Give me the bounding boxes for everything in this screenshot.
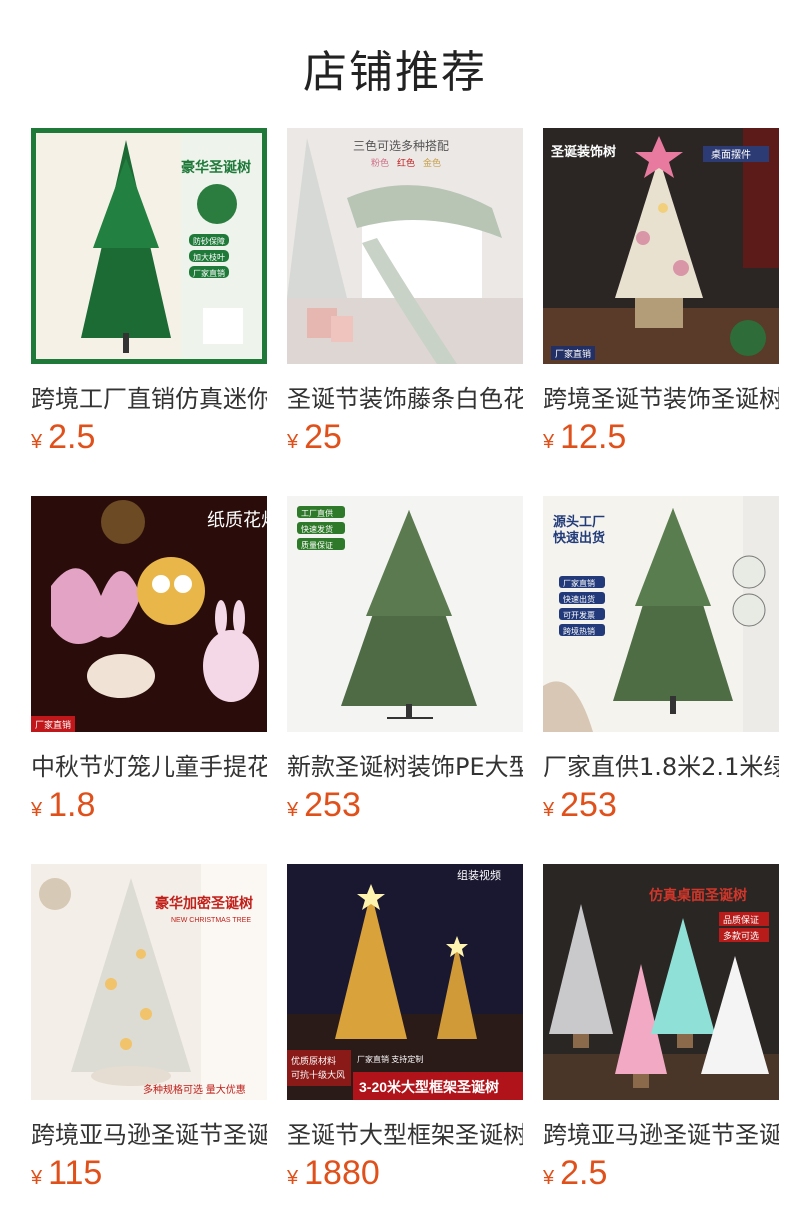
- thumb-caption: 质量保证: [301, 540, 333, 550]
- product-price: ¥2.5: [31, 418, 95, 457]
- thumb-caption: 多款可选: [723, 930, 759, 941]
- price-value: 12.5: [560, 418, 627, 456]
- currency-symbol: ¥: [287, 1167, 299, 1189]
- thumb-caption: 跨境热销: [563, 626, 595, 636]
- thumb-caption: 组装视频: [457, 868, 501, 882]
- thumb-caption: 加大枝叶: [193, 252, 225, 262]
- thumb-caption: 优质原材料: [291, 1055, 336, 1066]
- thumb-caption: 工厂直供: [301, 508, 333, 518]
- price-value: 253: [560, 786, 617, 824]
- thumb-caption: 仿真桌面圣诞树: [649, 887, 747, 903]
- price-value: 253: [304, 786, 361, 824]
- product-price: ¥1.8: [31, 786, 95, 825]
- product-price: ¥2.5: [543, 1154, 607, 1193]
- product-price: ¥253: [287, 786, 361, 825]
- currency-symbol: ¥: [543, 431, 555, 453]
- product-name[interactable]: 圣诞节装饰藤条白色花: [287, 379, 523, 413]
- product-name[interactable]: 跨境亚马逊圣诞节圣诞: [31, 1115, 267, 1149]
- thumb-caption: 豪华圣诞树: [181, 159, 251, 175]
- product-image[interactable]: 三色可选多种搭配 粉色 红色 金色: [287, 128, 523, 364]
- product-price: ¥115: [31, 1154, 102, 1193]
- product-image[interactable]: 豪华圣诞树 防砂保障 加大枝叶 厂家直销: [31, 128, 267, 364]
- thumb-caption: 豪华加密圣诞树: [155, 895, 253, 911]
- thumb-caption: 厂家直销: [555, 348, 591, 359]
- product-price: ¥12.5: [543, 418, 626, 457]
- thumb-caption: 圣诞装饰树: [551, 144, 616, 159]
- product-image[interactable]: 仿真桌面圣诞树 品质保证 多款可选: [543, 864, 779, 1100]
- thumb-caption: NEW CHRISTMAS TREE: [171, 917, 251, 924]
- product-card[interactable]: 纸质花灯 厂家直销 中秋节灯笼儿童手提花 ¥1.8: [31, 496, 267, 836]
- price-value: 1880: [304, 1154, 380, 1192]
- thumb-caption: 快速发货: [301, 524, 333, 534]
- product-image[interactable]: 源头工厂 快速出货 厂家直销 快速出货 可开发票 跨境热销: [543, 496, 779, 732]
- product-image[interactable]: 组装视频 优质原材料 可抗十级大风 厂家直销 支持定制 3-20米大型框架圣诞树: [287, 864, 523, 1100]
- thumb-caption: 桌面摆件: [711, 148, 751, 161]
- thumb-caption: 三色可选多种搭配: [353, 139, 449, 153]
- thumb-caption: 可开发票: [563, 610, 595, 620]
- product-price: ¥1880: [287, 1154, 380, 1193]
- thumb-caption: 厂家直销: [193, 268, 225, 278]
- thumb-caption: 纸质花灯: [207, 510, 267, 531]
- thumb-caption: 可抗十级大风: [291, 1069, 345, 1080]
- thumb-caption: 源头工厂: [553, 514, 605, 529]
- price-value: 1.8: [48, 786, 96, 824]
- thumb-caption: 防砂保障: [193, 236, 225, 246]
- product-card[interactable]: 源头工厂 快速出货 厂家直销 快速出货 可开发票 跨境热销 厂家直供1.8米2.…: [543, 496, 779, 836]
- product-card[interactable]: 三色可选多种搭配 粉色 红色 金色 圣诞节装饰藤条白色花 ¥25: [287, 128, 523, 468]
- thumb-caption: 粉色: [371, 157, 389, 168]
- thumb-caption: 3-20米大型框架圣诞树: [359, 1079, 499, 1095]
- product-name[interactable]: 中秋节灯笼儿童手提花: [31, 747, 267, 781]
- price-value: 25: [304, 418, 342, 456]
- product-name[interactable]: 跨境亚马逊圣诞节圣诞: [543, 1115, 779, 1149]
- product-image[interactable]: 工厂直供 快速发货 质量保证: [287, 496, 523, 732]
- currency-symbol: ¥: [31, 431, 43, 453]
- product-name[interactable]: 新款圣诞树装饰PE大型: [287, 747, 523, 781]
- thumb-caption: 快速出货: [563, 594, 595, 604]
- product-name[interactable]: 跨境圣诞节装饰圣诞树: [543, 379, 779, 413]
- product-image[interactable]: 纸质花灯 厂家直销: [31, 496, 267, 732]
- thumb-caption: 多种规格可选 量大优惠: [143, 1083, 246, 1096]
- product-image[interactable]: 圣诞装饰树 桌面摆件 厂家直销: [543, 128, 779, 364]
- thumb-caption: 红色: [397, 157, 415, 168]
- product-name[interactable]: 圣诞节大型框架圣诞树: [287, 1115, 523, 1149]
- price-value: 115: [48, 1154, 103, 1192]
- thumb-caption: 金色: [423, 157, 441, 168]
- product-price: ¥253: [543, 786, 617, 825]
- price-value: 2.5: [48, 418, 96, 456]
- product-card[interactable]: 工厂直供 快速发货 质量保证 新款圣诞树装饰PE大型 ¥253: [287, 496, 523, 836]
- currency-symbol: ¥: [287, 799, 299, 821]
- currency-symbol: ¥: [31, 799, 43, 821]
- thumb-caption: 厂家直销 支持定制: [357, 1054, 423, 1064]
- thumb-caption: 快速出货: [553, 530, 605, 545]
- product-card[interactable]: 豪华加密圣诞树 NEW CHRISTMAS TREE 多种规格可选 量大优惠 跨…: [31, 864, 267, 1204]
- thumb-caption: 厂家直销: [563, 578, 595, 588]
- currency-symbol: ¥: [31, 1167, 43, 1189]
- section-title: 店铺推荐: [303, 47, 487, 98]
- currency-symbol: ¥: [287, 431, 299, 453]
- price-value: 2.5: [560, 1154, 608, 1192]
- thumb-caption: 厂家直销: [35, 719, 71, 730]
- product-card[interactable]: 仿真桌面圣诞树 品质保证 多款可选 跨境亚马逊圣诞节圣诞 ¥2.5: [543, 864, 779, 1204]
- product-price: ¥25: [287, 418, 342, 457]
- product-name[interactable]: 跨境工厂直销仿真迷你: [31, 379, 267, 413]
- currency-symbol: ¥: [543, 1167, 555, 1189]
- currency-symbol: ¥: [543, 799, 555, 821]
- product-card[interactable]: 组装视频 优质原材料 可抗十级大风 厂家直销 支持定制 3-20米大型框架圣诞树…: [287, 864, 523, 1204]
- product-card[interactable]: 豪华圣诞树 防砂保障 加大枝叶 厂家直销 跨境工厂直销仿真迷你 ¥2.5: [31, 128, 267, 468]
- product-image[interactable]: 豪华加密圣诞树 NEW CHRISTMAS TREE 多种规格可选 量大优惠: [31, 864, 267, 1100]
- product-card[interactable]: 圣诞装饰树 桌面摆件 厂家直销 跨境圣诞节装饰圣诞树 ¥12.5: [543, 128, 779, 468]
- thumb-caption: 品质保证: [723, 914, 759, 925]
- product-name[interactable]: 厂家直供1.8米2.1米绿: [543, 747, 779, 781]
